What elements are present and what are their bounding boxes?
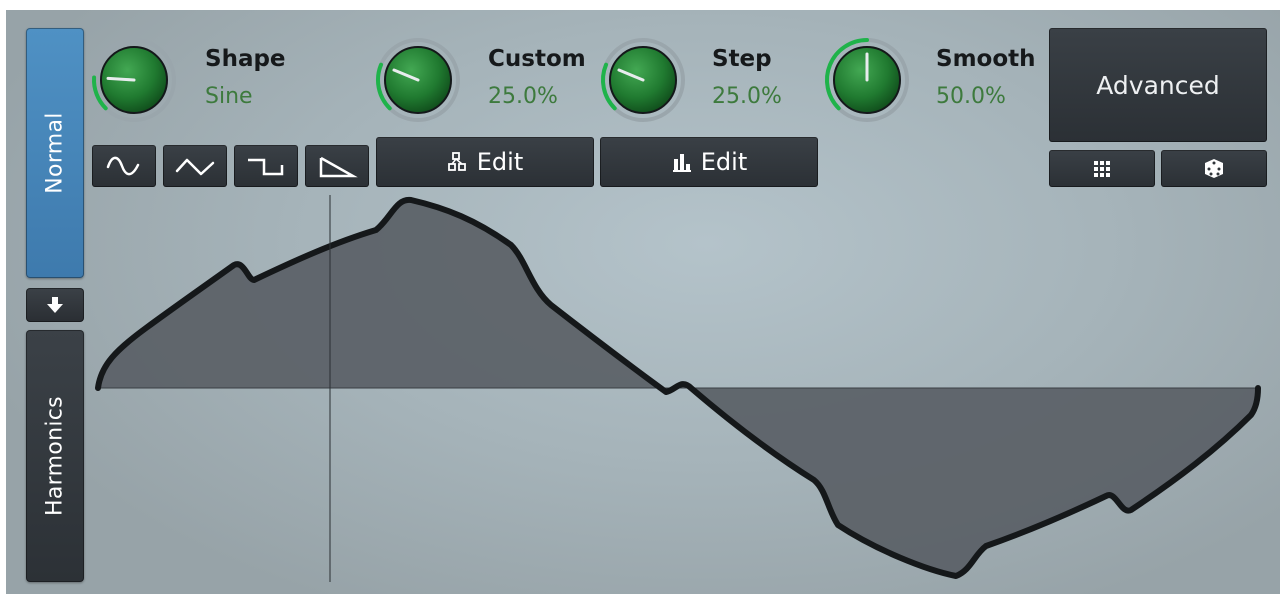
step-knob[interactable] <box>595 32 691 128</box>
smooth-value[interactable]: 50.0% <box>936 84 1006 109</box>
grid-icon <box>1094 161 1110 177</box>
custom-edit-button[interactable]: Edit <box>376 137 594 187</box>
step-edit-label: Edit <box>700 148 748 176</box>
shape-value[interactable]: Sine <box>205 84 253 109</box>
custom-knob[interactable] <box>370 32 466 128</box>
triangle-wave-icon <box>175 158 215 176</box>
square-wave-button[interactable] <box>234 145 298 187</box>
advanced-button[interactable]: Advanced <box>1049 28 1267 142</box>
arrow-down-button[interactable] <box>26 288 84 322</box>
shape-label: Shape <box>205 46 286 72</box>
waveform-panel: Normal Harmonics Shape Sine Custom 25.0% <box>6 10 1280 594</box>
triangle-wave-button[interactable] <box>163 145 227 187</box>
bars-icon <box>672 154 691 172</box>
dice-icon <box>1205 159 1223 178</box>
arrow-down-icon <box>47 297 63 313</box>
grid-button[interactable] <box>1049 150 1155 187</box>
step-edit-button[interactable]: Edit <box>600 137 818 187</box>
sine-wave-icon <box>106 156 140 176</box>
saw-wave-icon <box>319 156 358 178</box>
shape-knob[interactable] <box>86 32 182 128</box>
saw-wave-button[interactable] <box>305 145 369 187</box>
custom-value[interactable]: 25.0% <box>488 84 558 109</box>
sine-wave-button[interactable] <box>92 145 156 187</box>
random-button[interactable] <box>1161 150 1267 187</box>
step-label: Step <box>712 46 772 72</box>
advanced-label: Advanced <box>1096 70 1220 100</box>
step-value[interactable]: 25.0% <box>712 84 782 109</box>
tab-harmonics-label: Harmonics <box>42 396 68 516</box>
tab-harmonics[interactable]: Harmonics <box>26 330 84 582</box>
tab-normal[interactable]: Normal <box>26 28 84 278</box>
custom-label: Custom <box>488 46 586 72</box>
square-wave-icon <box>248 158 284 176</box>
smooth-label: Smooth <box>936 46 1036 72</box>
tab-normal-label: Normal <box>42 112 68 194</box>
custom-edit-label: Edit <box>476 148 524 176</box>
nodes-icon <box>447 152 466 171</box>
smooth-knob[interactable] <box>819 32 915 128</box>
